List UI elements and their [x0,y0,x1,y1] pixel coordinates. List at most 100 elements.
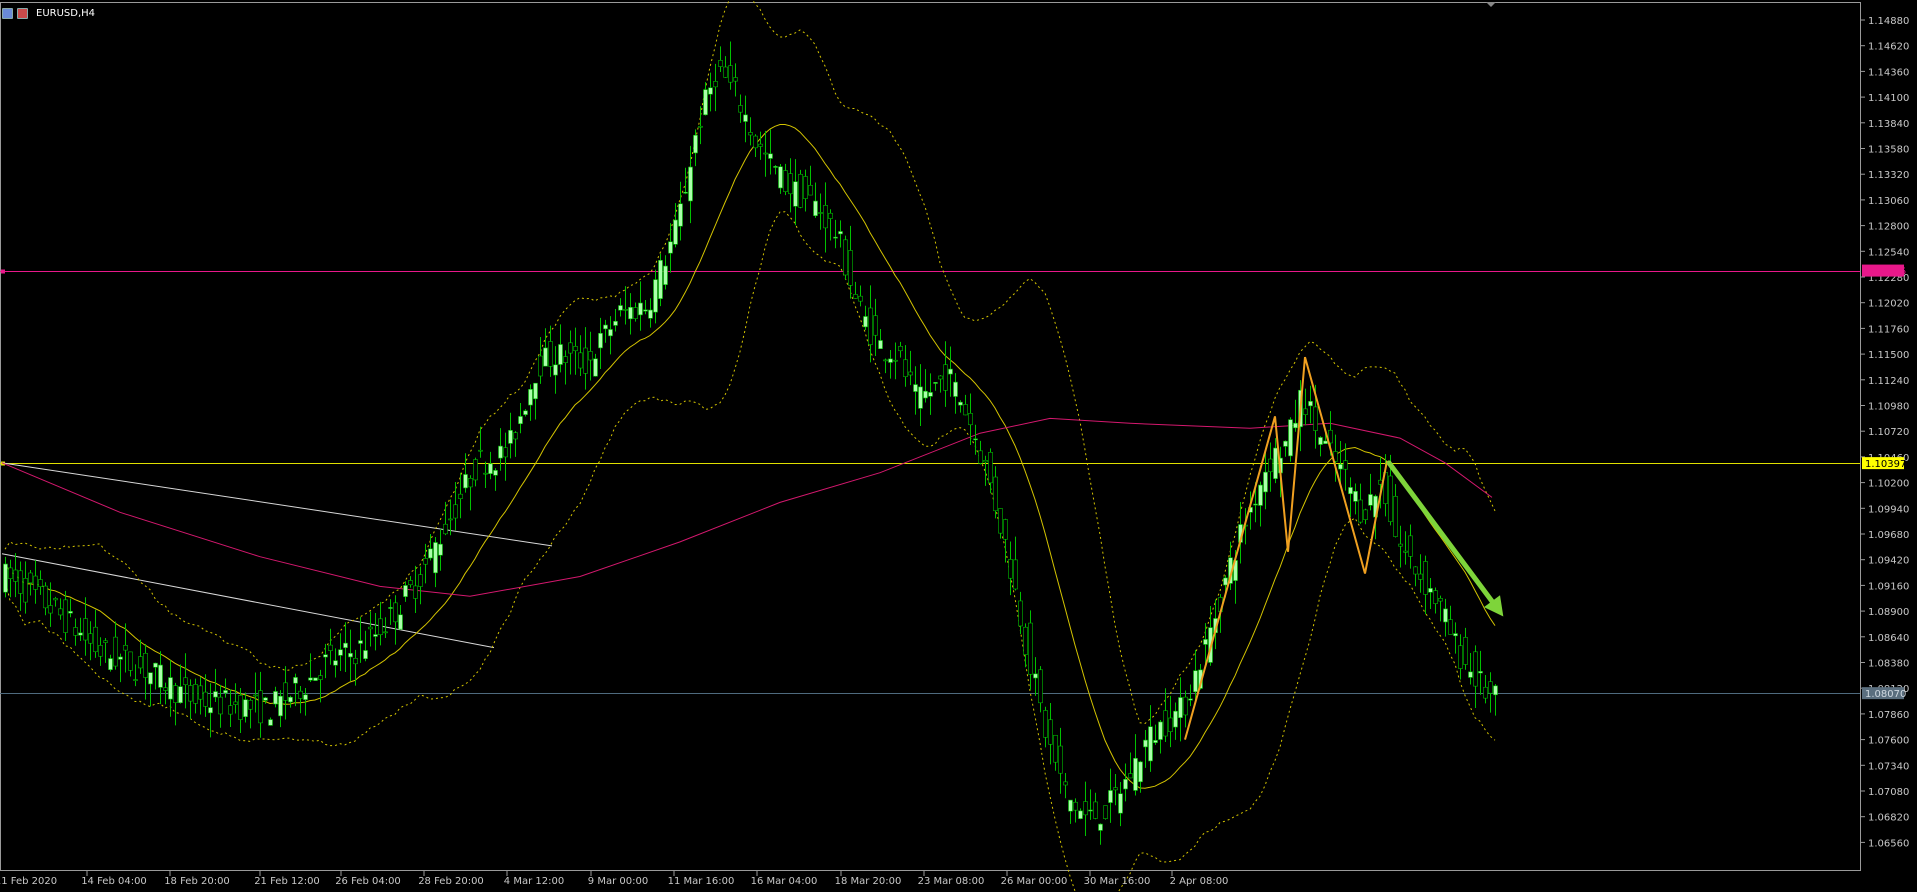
candle-body [693,134,698,154]
price-tick-label: 1.09940 [1868,504,1909,515]
candle-body [338,649,343,656]
candle-body [808,185,813,196]
price-tick-label: 1.09680 [1868,530,1909,541]
price-tick-label: 1.13840 [1868,119,1909,130]
candle-body [88,633,93,644]
candle-body [1183,696,1188,716]
candle-body [373,634,378,637]
candle-body [1023,626,1028,655]
candle-body [753,135,758,149]
price-tick-label: 1.07340 [1868,761,1909,772]
candle-body [843,239,848,276]
candle-body [773,166,778,168]
yellow-level-badge-text: 1.10397 [1865,459,1906,470]
candle-body [1288,419,1293,457]
candle-body [588,351,593,361]
bearish-arrow-shaft[interactable] [1386,460,1495,604]
candle-body [883,359,888,362]
candle-body [1448,619,1453,635]
candle-body [83,618,88,641]
level-anchor-handle[interactable] [1,269,5,274]
time-tick-label: 30 Mar 16:00 [1084,876,1151,887]
candle-body [1358,499,1363,523]
price-tick-label: 1.10980 [1868,402,1909,413]
moving-average-fast-line [4,124,1496,789]
candle-body [273,691,278,705]
candle-body [858,295,863,302]
candle-body [978,450,983,464]
candle-body [93,626,98,653]
horizontal-levels[interactable] [0,269,1860,694]
candle-body [523,410,528,415]
candle-body [838,231,843,235]
price-tick-label: 1.13320 [1868,170,1909,181]
candle-body [988,451,993,484]
candle-body [198,685,203,700]
zigzag-pattern-line[interactable] [1184,356,1388,740]
candle-body [1078,810,1083,819]
candle-body [328,644,333,651]
candle-body [408,580,413,586]
candle-body [1443,608,1448,623]
candle-body [668,241,673,254]
bollinger-lower-band [4,211,1496,892]
price-tick-label: 1.11240 [1868,376,1909,387]
candle-body [1178,697,1183,718]
candle-body [598,333,603,349]
time-tick-label: 14 Feb 04:00 [81,876,147,887]
candle-body [383,631,388,634]
price-tick-label: 1.11500 [1868,350,1909,361]
candle-body [208,707,213,714]
chart-frame [0,2,1861,871]
drawings[interactable] [1184,356,1504,740]
candle-body [973,438,978,441]
price-tick-label: 1.08640 [1868,633,1909,644]
trendline-upper[interactable] [1,462,553,547]
candle-body [673,219,678,245]
candle-body [178,686,183,704]
time-tick-label: 11 Mar 16:00 [668,876,735,887]
price-tick-label: 1.07860 [1868,710,1909,721]
chart-shift-marker-icon[interactable] [1486,2,1496,7]
candle-body [223,690,228,694]
price-chart[interactable]: 1.14880 1.14620 1.14360 1.14100 1.13840 1.135… [0,0,1917,892]
candle-body [873,315,878,336]
candle-body [358,640,363,644]
candle-body [868,307,873,345]
candle-body [423,558,428,565]
price-tick-label: 1.14620 [1868,42,1909,53]
candle-body [1033,673,1038,679]
time-tick-label: 4 Mar 12:00 [504,876,564,887]
time-tick-label: 16 Mar 04:00 [751,876,818,887]
candle-body [798,173,803,208]
candle-body [1148,726,1153,762]
candle-body [913,384,918,392]
candle-body [1458,645,1463,669]
chart-window-icon[interactable] [2,7,13,19]
candle-body [568,342,573,354]
candle-body [258,690,263,724]
candle-body [1068,799,1073,812]
candle-body [318,675,323,680]
candle-body [233,701,238,705]
chart-window-icon[interactable] [17,7,28,19]
candle-body [283,682,288,701]
candle-body [163,687,168,691]
candle-body [513,432,518,440]
candle-body [738,105,743,113]
candle-body [473,459,478,481]
time-tick-label: 11 Feb 2020 [0,876,57,887]
candle-body [683,191,688,194]
candle-body [1008,559,1013,579]
candle-body [1408,535,1413,557]
candle-body [13,569,18,582]
candle-body [1478,671,1483,674]
candle-body [828,212,833,219]
candle-body [653,279,658,313]
candle-body [313,677,318,681]
candle-body [558,344,563,365]
candle-body [268,719,273,726]
candle-body [1018,600,1023,627]
candle-body [953,381,958,397]
time-tick-label: 9 Mar 00:00 [588,876,648,887]
